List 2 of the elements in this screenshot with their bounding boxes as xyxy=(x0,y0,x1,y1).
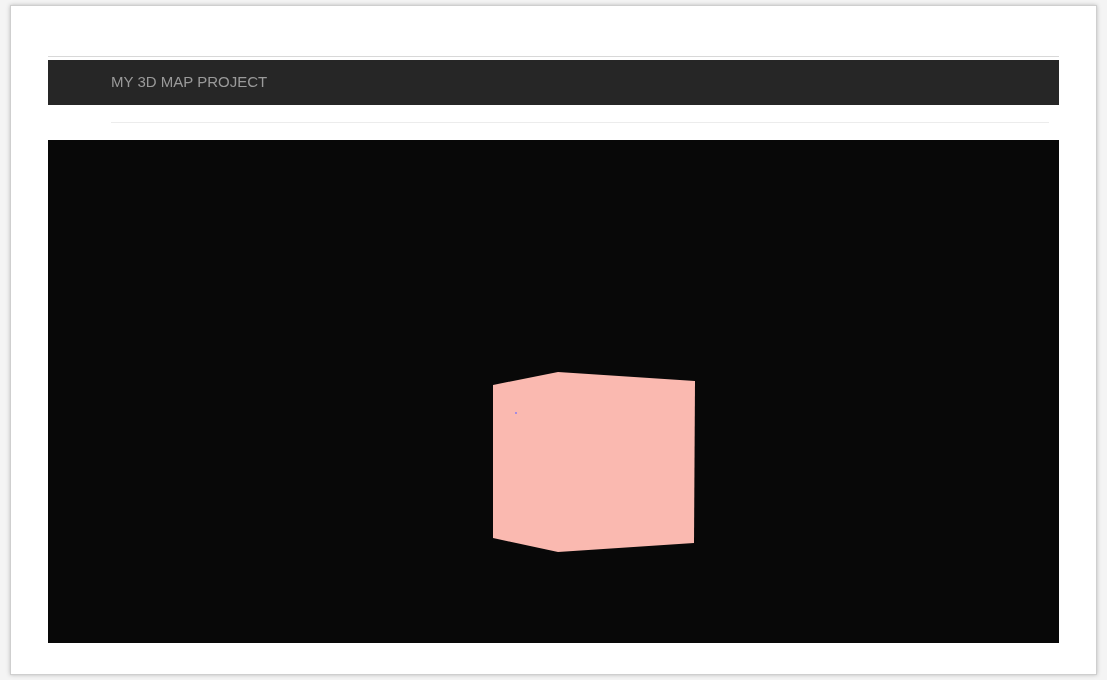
3d-viewport[interactable] xyxy=(48,140,1059,643)
project-title: MY 3D MAP PROJECT xyxy=(111,72,268,93)
